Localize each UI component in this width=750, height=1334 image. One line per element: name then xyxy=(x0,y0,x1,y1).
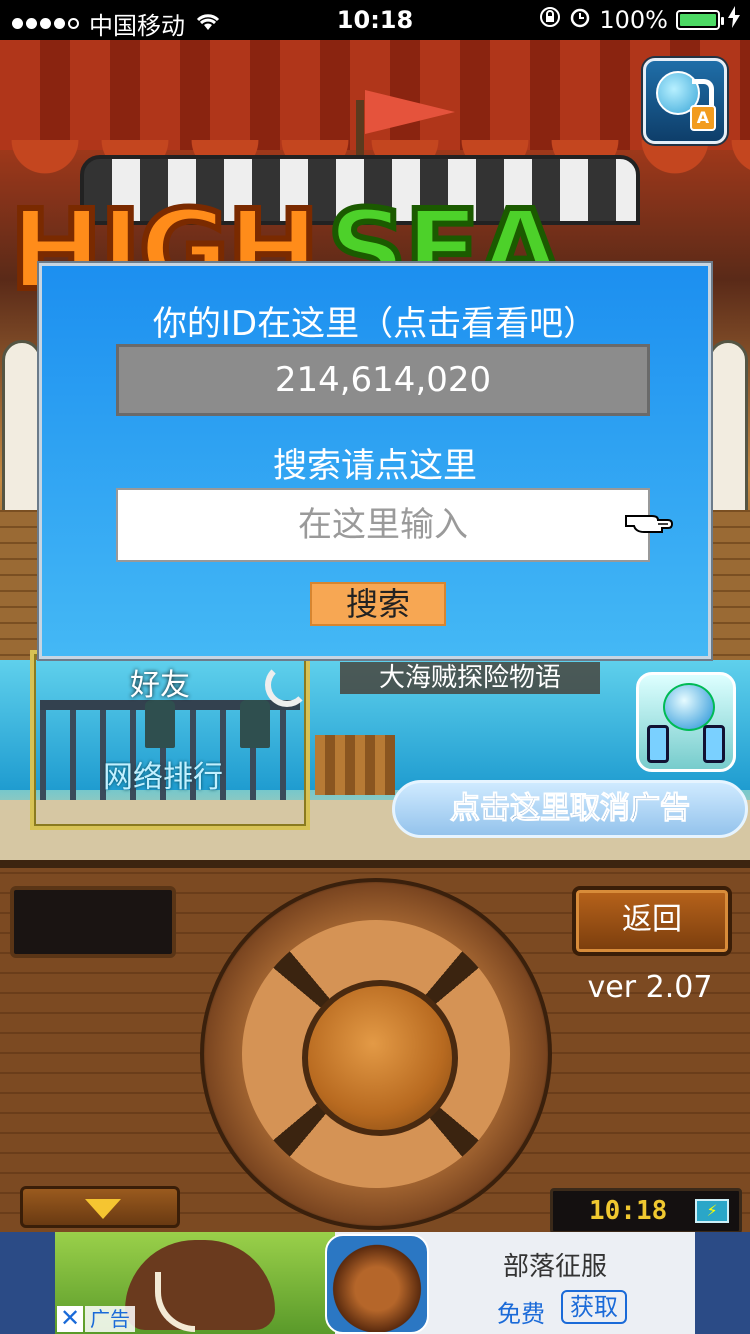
ad-close-icon[interactable]: ✕ xyxy=(57,1306,83,1332)
search-button[interactable]: 搜索 xyxy=(310,582,446,626)
ad-app-name[interactable]: 部落征服 xyxy=(485,1246,625,1283)
search-heading: 搜索请点这里 xyxy=(273,446,477,486)
online-ranking-button[interactable]: 网络排行 xyxy=(88,752,238,796)
alarm-icon xyxy=(569,6,591,34)
ad-get-button[interactable]: 获取 xyxy=(561,1290,627,1324)
dpad-center-button[interactable] xyxy=(302,980,458,1136)
mini-screen xyxy=(10,886,176,958)
ad-content[interactable]: 部落征服 免费 获取 ✕ 广告 xyxy=(55,1232,695,1334)
phone-icon xyxy=(703,725,725,763)
ad-banner[interactable]: 部落征服 免费 获取 ✕ 广告 xyxy=(0,1232,750,1334)
flag-icon xyxy=(365,90,455,134)
wooden-fence xyxy=(315,735,395,795)
friends-label[interactable]: 好友 xyxy=(100,660,220,704)
battery-percent: 100% xyxy=(599,6,668,34)
charging-icon xyxy=(728,6,740,34)
clock-time: 10:18 xyxy=(589,1196,668,1226)
control-panel: 返回 ver 2.07 10:18 ⚡ xyxy=(0,860,750,1234)
ad-label: 广告 xyxy=(85,1306,135,1332)
orientation-lock-icon xyxy=(539,6,561,34)
pointing-hand-icon xyxy=(624,506,674,536)
phone-icon xyxy=(647,725,669,763)
network-globe-icon xyxy=(663,683,715,731)
menu-down-button[interactable] xyxy=(20,1186,180,1228)
back-button[interactable]: 返回 xyxy=(572,886,732,956)
status-right: 100% xyxy=(539,6,740,34)
id-search-dialog: 你的ID在这里（点击看看吧） 214,614,020 搜索请点这里 在这里输入 … xyxy=(39,263,711,659)
search-input[interactable]: 在这里输入 xyxy=(116,488,650,562)
version-label: ver 2.07 xyxy=(587,970,713,1005)
game-clock: 10:18 ⚡ xyxy=(550,1188,742,1234)
dialog-heading[interactable]: 你的ID在这里（点击看看吧） xyxy=(42,296,708,345)
game-title-strip: 大海贼探险物语 xyxy=(340,662,600,694)
left-frame-curve xyxy=(2,340,42,530)
language-badge: A xyxy=(690,105,716,131)
anchor-icon xyxy=(265,663,309,707)
remove-ads-button[interactable]: 点击这里取消广告 xyxy=(392,780,748,838)
app-icon[interactable] xyxy=(325,1234,429,1334)
data-transfer-button[interactable] xyxy=(636,672,736,772)
player-id-field[interactable]: 214,614,020 xyxy=(116,344,650,416)
dpad-control[interactable] xyxy=(200,878,552,1230)
battery-charging-icon: ⚡ xyxy=(695,1199,729,1223)
status-bar: 中国移动 10:18 100% xyxy=(0,0,750,40)
ad-free-label: 免费 xyxy=(497,1300,545,1328)
down-arrow-icon xyxy=(85,1199,121,1219)
mammoth-image xyxy=(125,1240,275,1330)
language-switch-button[interactable]: A xyxy=(643,58,727,144)
battery-icon xyxy=(676,10,724,30)
right-frame-curve xyxy=(708,340,748,530)
